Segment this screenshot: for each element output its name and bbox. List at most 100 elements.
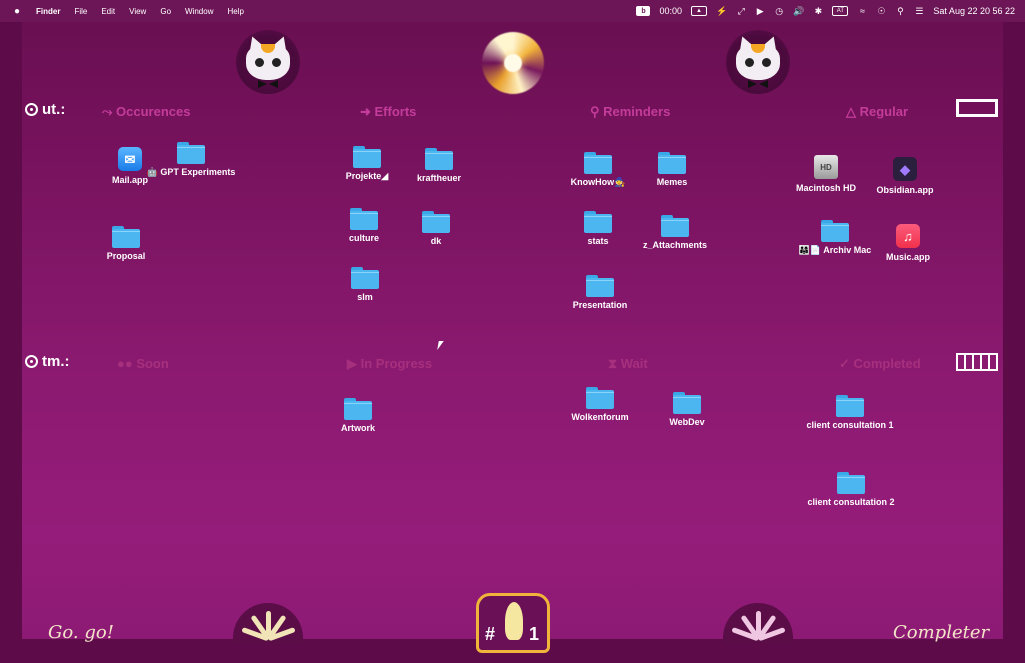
folder-icon — [658, 152, 686, 174]
menu-app-name[interactable]: Finder — [36, 7, 60, 16]
desktop-icon-presentation[interactable]: Presentation — [555, 275, 645, 311]
desktop-icon-macintosh-hd[interactable]: HD Macintosh HD — [781, 155, 871, 194]
input-source-icon[interactable]: AT — [832, 6, 849, 16]
target-icon — [25, 103, 38, 116]
icon-label: slm — [357, 292, 373, 302]
icon-label: kraftheuer — [416, 173, 461, 183]
obsidian-app-icon: ◆ — [893, 157, 917, 181]
image-status-icon[interactable]: ▲ — [690, 6, 707, 16]
bluetooth-icon[interactable]: ✱ — [813, 5, 823, 17]
desktop-icon-webdev[interactable]: WebDev — [642, 392, 732, 428]
desktop-icon-dk[interactable]: dk — [391, 211, 481, 247]
icon-label: Macintosh HD — [795, 183, 856, 193]
wifi-icon[interactable]: ≈ — [857, 5, 867, 17]
bolt-icon[interactable]: ⚡ — [716, 5, 727, 17]
folder-icon — [353, 146, 381, 168]
desktop-icon-kraftheuer[interactable]: kraftheuer — [394, 148, 484, 184]
header-in-progress: ▶ In Progress — [347, 356, 433, 371]
section-ut: ut.: — [25, 101, 65, 118]
bed-icon — [956, 99, 998, 117]
icon-label: Proposal — [106, 251, 146, 261]
folder-icon — [661, 215, 689, 237]
hard-drive-icon: HD — [814, 155, 838, 179]
icon-label: WebDev — [669, 417, 705, 427]
icon-label: Presentation — [572, 300, 628, 310]
menu-help[interactable]: Help — [227, 7, 243, 16]
icon-label: Memes — [656, 177, 688, 187]
app-status-icon[interactable]: b — [636, 6, 651, 16]
desktop-icon-artwork[interactable]: Artwork — [313, 398, 403, 434]
folder-icon — [837, 472, 865, 494]
header-completed: ✓ Completed — [839, 356, 921, 371]
volume-icon[interactable]: 🔊 — [793, 5, 804, 17]
folder-icon — [836, 395, 864, 417]
icon-label: dk — [430, 236, 442, 246]
desktop-icon-client-consultation-1[interactable]: client consultation 1 — [805, 395, 895, 431]
header-efforts: ➜ Efforts — [360, 104, 417, 119]
folder-icon — [425, 148, 453, 170]
icon-label: Wolkenforum — [571, 412, 629, 422]
icon-label: client consultation 1 — [806, 420, 894, 430]
menu-go[interactable]: Go — [160, 7, 171, 16]
section-tm: tm.: — [25, 353, 70, 370]
go-go-script: Go. go! — [48, 622, 114, 643]
user-icon[interactable]: ☉ — [876, 5, 886, 17]
menu-bar: ● Finder File Edit View Go Window Help b… — [0, 0, 1025, 22]
header-soon: ●● Soon — [117, 356, 169, 371]
timer-text[interactable]: 00:00 — [659, 5, 682, 17]
folder-icon — [586, 387, 614, 409]
menu-datetime[interactable]: Sat Aug 22 20 56 22 — [933, 5, 1015, 17]
cat-avatar-left — [236, 30, 300, 94]
section-ut-label: ut.: — [42, 101, 66, 118]
folder-icon — [584, 211, 612, 233]
folder-icon — [112, 226, 140, 248]
menu-view[interactable]: View — [129, 7, 146, 16]
badge-one: 1 — [528, 624, 539, 644]
music-app-icon: ♫ — [896, 224, 920, 248]
figure-icon — [505, 602, 523, 640]
folder-icon — [351, 267, 379, 289]
timer-icon — [25, 355, 38, 368]
header-occurences: ⤳ Occurences — [102, 104, 191, 119]
header-reminders: ⚲ Reminders — [590, 104, 671, 119]
badge-hash: # — [485, 624, 496, 644]
completer-script: Completer — [893, 622, 990, 643]
folder-icon — [584, 152, 612, 174]
desktop-icon-proposal[interactable]: Proposal — [81, 226, 171, 262]
desktop-icon-obsidian[interactable]: ◆ Obsidian.app — [860, 157, 950, 196]
desktop-icon-memes[interactable]: Memes — [627, 152, 717, 188]
section-tm-label: tm.: — [42, 353, 70, 370]
frame-right — [1003, 22, 1025, 663]
galaxy-logo-icon — [482, 32, 544, 94]
folder-icon — [821, 220, 849, 242]
header-regular: △ Regular — [846, 104, 909, 119]
menu-edit[interactable]: Edit — [101, 7, 115, 16]
desktop-icon-music[interactable]: ♫ Music.app — [863, 224, 953, 263]
apple-menu-icon[interactable]: ● — [12, 6, 22, 17]
desktop-icon-wolkenforum[interactable]: Wolkenforum — [555, 387, 645, 423]
number-one-badge-icon: # 1 — [476, 593, 550, 653]
fence-icon — [956, 353, 998, 371]
icon-label: 🤖 GPT Experiments — [146, 167, 236, 177]
search-icon[interactable]: ⚲ — [895, 5, 905, 17]
clock-icon[interactable]: ◷ — [774, 5, 784, 17]
cat-avatar-right — [726, 30, 790, 94]
desktop-icon-client-consultation-2[interactable]: client consultation 2 — [806, 472, 896, 508]
menu-window[interactable]: Window — [185, 7, 213, 16]
control-center-icon[interactable]: ☰ — [914, 5, 924, 17]
folder-icon — [422, 211, 450, 233]
icon-label: client consultation 2 — [807, 497, 895, 507]
icon-label: Artwork — [340, 423, 375, 433]
mail-app-icon: ✉ — [118, 147, 142, 171]
desktop-icon-slm[interactable]: slm — [320, 267, 410, 303]
folder-icon — [344, 398, 372, 420]
folder-icon — [350, 208, 378, 230]
header-wait: ⧗ Wait — [608, 356, 648, 371]
play-icon[interactable]: ▶ — [755, 5, 765, 17]
menu-file[interactable]: File — [74, 7, 87, 16]
frame-left — [0, 22, 22, 663]
desktop-icon-z-attachments[interactable]: z_Attachments — [630, 215, 720, 251]
desktop-icon-gpt-experiments[interactable]: 🤖 GPT Experiments — [146, 142, 236, 178]
resize-icon[interactable]: ⤢ — [736, 5, 746, 17]
icon-label: z_Attachments — [642, 240, 707, 250]
